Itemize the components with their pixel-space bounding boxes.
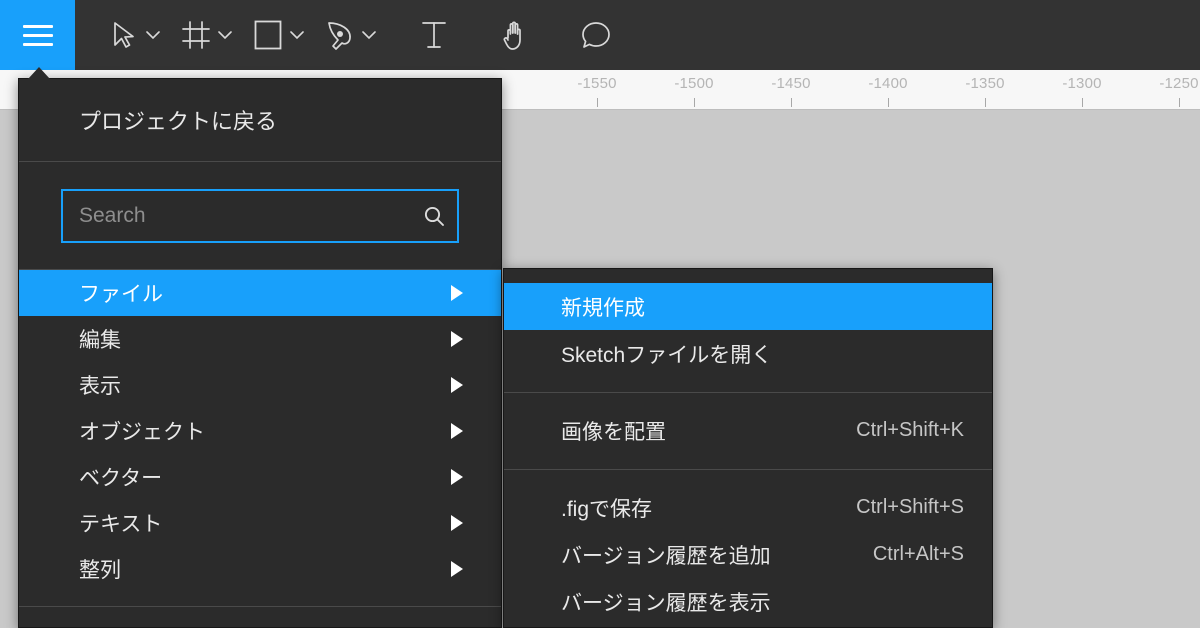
ruler-tick-mark (694, 98, 695, 107)
submenu-item-画像を配置[interactable]: 画像を配置Ctrl+Shift+K (504, 407, 992, 454)
menu-item-オブジェクト[interactable]: オブジェクト (19, 408, 501, 454)
cursor-arrow-icon (103, 14, 145, 56)
menu-item-label: 表示 (79, 370, 121, 400)
search-icon (411, 189, 457, 243)
submenu-item-label: .figで保存 (561, 493, 856, 523)
ruler-tick-label: -1300 (1062, 75, 1101, 92)
submenu-item-バージョン履歴を追加[interactable]: バージョン履歴を追加Ctrl+Alt+S (504, 531, 992, 578)
toolbar (0, 0, 1200, 70)
move-tool[interactable] (97, 0, 169, 70)
ruler-tick-mark (888, 98, 889, 107)
chevron-right-icon (451, 331, 463, 347)
submenu-item-.figで保存[interactable]: .figで保存Ctrl+Shift+S (504, 484, 992, 531)
menu-item-整列[interactable]: 整列 (19, 546, 501, 592)
submenu-item-label: バージョン履歴を追加 (561, 540, 873, 570)
frame-tool[interactable] (169, 0, 241, 70)
chevron-down-icon[interactable] (359, 14, 379, 56)
comment-bubble-icon (575, 14, 617, 56)
menu-item-label: テキスト (79, 508, 162, 538)
submenu-item-shortcut: Ctrl+Alt+S (873, 543, 964, 566)
ruler-tick-mark (597, 98, 598, 107)
menu-item-back-to-project[interactable]: プロジェクトに戻る (19, 79, 501, 161)
chevron-right-icon (451, 515, 463, 531)
hand-tool[interactable] (489, 0, 543, 70)
chevron-down-icon[interactable] (287, 14, 307, 56)
chevron-right-icon (451, 285, 463, 301)
menu-item-label: プロジェクトに戻る (79, 104, 277, 136)
ruler-tick-label: -1550 (577, 75, 616, 92)
ruler-tick-mark (791, 98, 792, 107)
submenu-item-新規作成[interactable]: 新規作成 (504, 283, 992, 330)
chevron-right-icon (451, 423, 463, 439)
chevron-right-icon (451, 469, 463, 485)
submenu-item-label: 画像を配置 (561, 416, 856, 446)
main-menu-list: ファイル編集表示オブジェクトベクターテキスト整列 (19, 270, 501, 592)
menu-item-ベクター[interactable]: ベクター (19, 454, 501, 500)
comment-tool[interactable] (569, 0, 623, 70)
menu-item-ファイル[interactable]: ファイル (19, 270, 501, 316)
menu-item-label: 編集 (79, 324, 121, 354)
submenu-item-shortcut: Ctrl+Shift+K (856, 419, 964, 442)
frame-grid-icon (175, 14, 217, 56)
ruler-tick-label: -1250 (1159, 75, 1198, 92)
submenu-divider (504, 469, 992, 470)
submenu-item-label: 新規作成 (561, 292, 964, 322)
ruler-tick-mark (1179, 98, 1180, 107)
figma-editor-window: -1550 -1500 -1450 -1400 -1350 -1300 -1250 (0, 0, 1200, 628)
submenu-divider (504, 392, 992, 393)
submenu-item-バージョン履歴を表示[interactable]: バージョン履歴を表示 (504, 578, 992, 625)
text-t-icon (413, 14, 455, 56)
text-tool[interactable] (407, 0, 461, 70)
pen-tool[interactable] (313, 0, 385, 70)
menu-item-label: 整列 (79, 554, 121, 584)
menu-pointer-arrow (28, 67, 50, 79)
menu-divider (19, 606, 501, 607)
rectangle-icon (247, 14, 289, 56)
ruler-tick-label: -1400 (868, 75, 907, 92)
submenu-item-shortcut: Ctrl+Shift+S (856, 496, 964, 519)
chevron-right-icon (451, 377, 463, 393)
menu-item-label: オブジェクト (79, 416, 205, 446)
hamburger-line (23, 43, 53, 46)
main-menu-panel: プロジェクトに戻る ファイル編集表示オブジェクトベクターテキスト整列 (18, 78, 502, 628)
chevron-down-icon[interactable] (143, 14, 163, 56)
chevron-down-icon[interactable] (215, 14, 235, 56)
menu-item-表示[interactable]: 表示 (19, 362, 501, 408)
submenu-item-Sketchファイルを開く[interactable]: Sketchファイルを開く (504, 330, 992, 377)
file-submenu-panel: 新規作成Sketchファイルを開く画像を配置Ctrl+Shift+K.figで保… (503, 268, 993, 628)
ruler-tick-label: -1500 (674, 75, 713, 92)
hamburger-line (23, 25, 53, 28)
search-input[interactable] (63, 204, 411, 228)
hamburger-line (23, 34, 53, 37)
main-menu-button[interactable] (0, 0, 75, 70)
ruler-tick-label: -1450 (771, 75, 810, 92)
menu-item-編集[interactable]: 編集 (19, 316, 501, 362)
search-box[interactable] (61, 189, 459, 243)
menu-item-テキスト[interactable]: テキスト (19, 500, 501, 546)
toolbar-spacer (75, 35, 97, 36)
ruler-tick-mark (1082, 98, 1083, 107)
submenu-item-label: Sketchファイルを開く (561, 339, 964, 369)
menu-item-label: ファイル (79, 278, 163, 308)
submenu-item-label: バージョン履歴を表示 (561, 587, 964, 617)
ruler-tick-mark (985, 98, 986, 107)
ruler-tick-label: -1350 (965, 75, 1004, 92)
pen-nib-icon (319, 14, 361, 56)
menu-item-label: ベクター (79, 462, 162, 492)
chevron-right-icon (451, 561, 463, 577)
hand-icon (495, 14, 537, 56)
menu-search-row (19, 162, 501, 269)
shape-tool[interactable] (241, 0, 313, 70)
